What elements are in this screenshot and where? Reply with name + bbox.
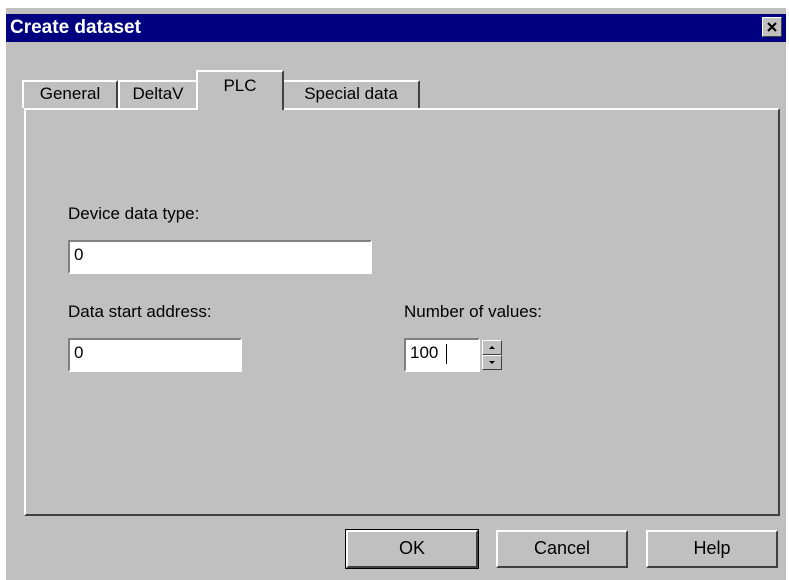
number-of-values-field[interactable]: 100 <box>404 338 480 372</box>
number-of-values-label: Number of values: <box>404 302 542 321</box>
tab-general[interactable]: General <box>22 80 118 108</box>
help-button[interactable]: Help <box>646 530 778 568</box>
device-data-type-field[interactable]: 0 <box>68 240 372 274</box>
spin-down-button[interactable] <box>482 355 502 370</box>
close-icon <box>767 22 777 32</box>
spin-up-button[interactable] <box>482 340 502 355</box>
close-button[interactable] <box>762 17 782 37</box>
tab-plc[interactable]: PLC <box>196 70 284 110</box>
number-of-values-spinner <box>482 340 502 370</box>
dialog-title: Create dataset <box>10 17 141 38</box>
tab-special-data[interactable]: Special data <box>282 80 420 108</box>
tab-deltav[interactable]: DeltaV <box>118 80 198 108</box>
ok-button[interactable]: OK <box>345 529 479 569</box>
plc-tab-panel: Device data type: 0 Data start address: … <box>24 108 780 516</box>
arrow-up-icon <box>489 346 495 349</box>
create-dataset-dialog: Create dataset General DeltaV PLC Specia… <box>6 8 786 580</box>
data-start-address-field[interactable]: 0 <box>68 338 242 372</box>
text-caret <box>446 344 447 364</box>
arrow-down-icon <box>489 361 495 364</box>
title-bar: Create dataset <box>6 14 786 42</box>
number-of-values-value: 100 <box>410 343 439 362</box>
cancel-button[interactable]: Cancel <box>496 530 628 568</box>
device-data-type-label: Device data type: <box>68 204 200 223</box>
data-start-address-label: Data start address: <box>68 302 212 321</box>
